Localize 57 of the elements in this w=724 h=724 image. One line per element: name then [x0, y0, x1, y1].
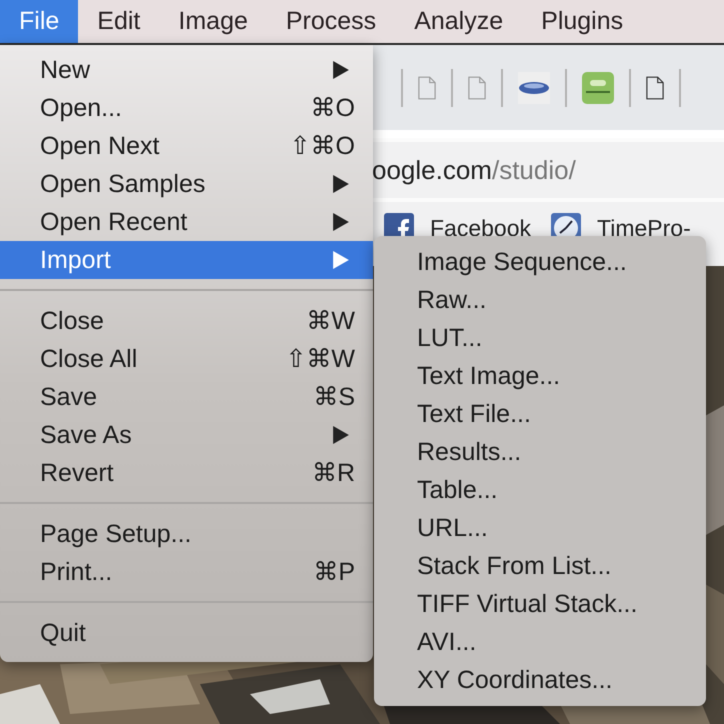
menu-bar-item[interactable]: Plugins: [522, 0, 642, 43]
menu-item-label: Open...: [40, 94, 123, 122]
menu-item-label: Open Recent: [40, 208, 188, 236]
menu-item[interactable]: URL...: [374, 509, 706, 547]
shortcut-text: ⌘R: [312, 458, 355, 488]
menu-item[interactable]: New: [0, 51, 373, 89]
menu-item-label: Close All: [40, 344, 138, 374]
shortcut-text: ⇧⌘O: [290, 131, 355, 161]
menu-item[interactable]: Save As: [0, 416, 373, 454]
menu-item[interactable]: Text File...: [374, 395, 706, 433]
shortcut-text: ⌘W: [306, 306, 355, 336]
menu-item[interactable]: TIFF Virtual Stack...: [374, 585, 706, 623]
menu-bar-item[interactable]: Process: [266, 0, 396, 43]
menu-item-label: Open Samples: [40, 170, 206, 198]
menu-item[interactable]: Table...: [374, 471, 706, 509]
shortcut-text: ⌘P: [313, 557, 355, 587]
menu-bar-item[interactable]: Image: [159, 0, 267, 43]
menu-item[interactable]: Open Next ⇧⌘O: [0, 127, 373, 165]
menu-item[interactable]: Print... ⌘P: [0, 553, 373, 591]
menu-item[interactable]: Stack From List...: [374, 547, 706, 585]
address-bar[interactable]: oogle.com/studio/: [372, 142, 724, 198]
menu-item[interactable]: Image Sequence...: [374, 243, 706, 281]
document-icon[interactable]: [646, 76, 664, 100]
menu-item[interactable]: Close ⌘W: [0, 302, 373, 340]
menu-item-label: Import: [40, 246, 112, 274]
menu-item-label: New: [40, 56, 92, 84]
menu-bar-item[interactable]: Edit: [78, 0, 160, 43]
menu-item-label: Page Setup...: [40, 520, 193, 548]
menu-item[interactable]: Open Recent: [0, 203, 373, 241]
menu-item[interactable]: Text Image...: [374, 357, 706, 395]
menu-item[interactable]: Open Samples: [0, 165, 373, 203]
menu-item-label: Save: [40, 382, 98, 412]
menu-item[interactable]: XY Coordinates...: [374, 661, 706, 699]
menu-item[interactable]: Revert ⌘R: [0, 454, 373, 492]
menu-item-label: Quit: [40, 618, 87, 648]
shortcut-text: ⌘S: [313, 382, 355, 412]
menu-item[interactable]: AVI...: [374, 623, 706, 661]
oval-logo-icon[interactable]: [518, 72, 550, 104]
menu-item[interactable]: Save ⌘S: [0, 378, 373, 416]
shortcut-text: ⌘O: [310, 93, 355, 123]
menu-item[interactable]: LUT...: [374, 319, 706, 357]
menu-item-label: Open Next: [40, 132, 161, 160]
menu-item[interactable]: Quit: [0, 614, 373, 652]
menu-item[interactable]: Open... ⌘O: [0, 89, 373, 127]
badge-logo-icon[interactable]: [582, 72, 614, 104]
menu-bar-item[interactable]: File: [0, 0, 78, 43]
menu-item-label: Close: [40, 306, 105, 336]
menu-item[interactable]: Import: [0, 241, 373, 279]
menu-item[interactable]: Close All ⇧⌘W: [0, 340, 373, 378]
menu-item-label: Print...: [40, 558, 114, 586]
menu-item[interactable]: Results...: [374, 433, 706, 471]
menu-item[interactable]: Page Setup...: [0, 515, 373, 553]
menu-item-label: Revert: [40, 458, 115, 488]
menu-item[interactable]: Raw...: [374, 281, 706, 319]
shortcut-text: ⇧⌘W: [285, 344, 355, 374]
menu-bar-item[interactable]: Analyze: [395, 0, 522, 43]
menu-item-label: Save As: [40, 420, 133, 450]
